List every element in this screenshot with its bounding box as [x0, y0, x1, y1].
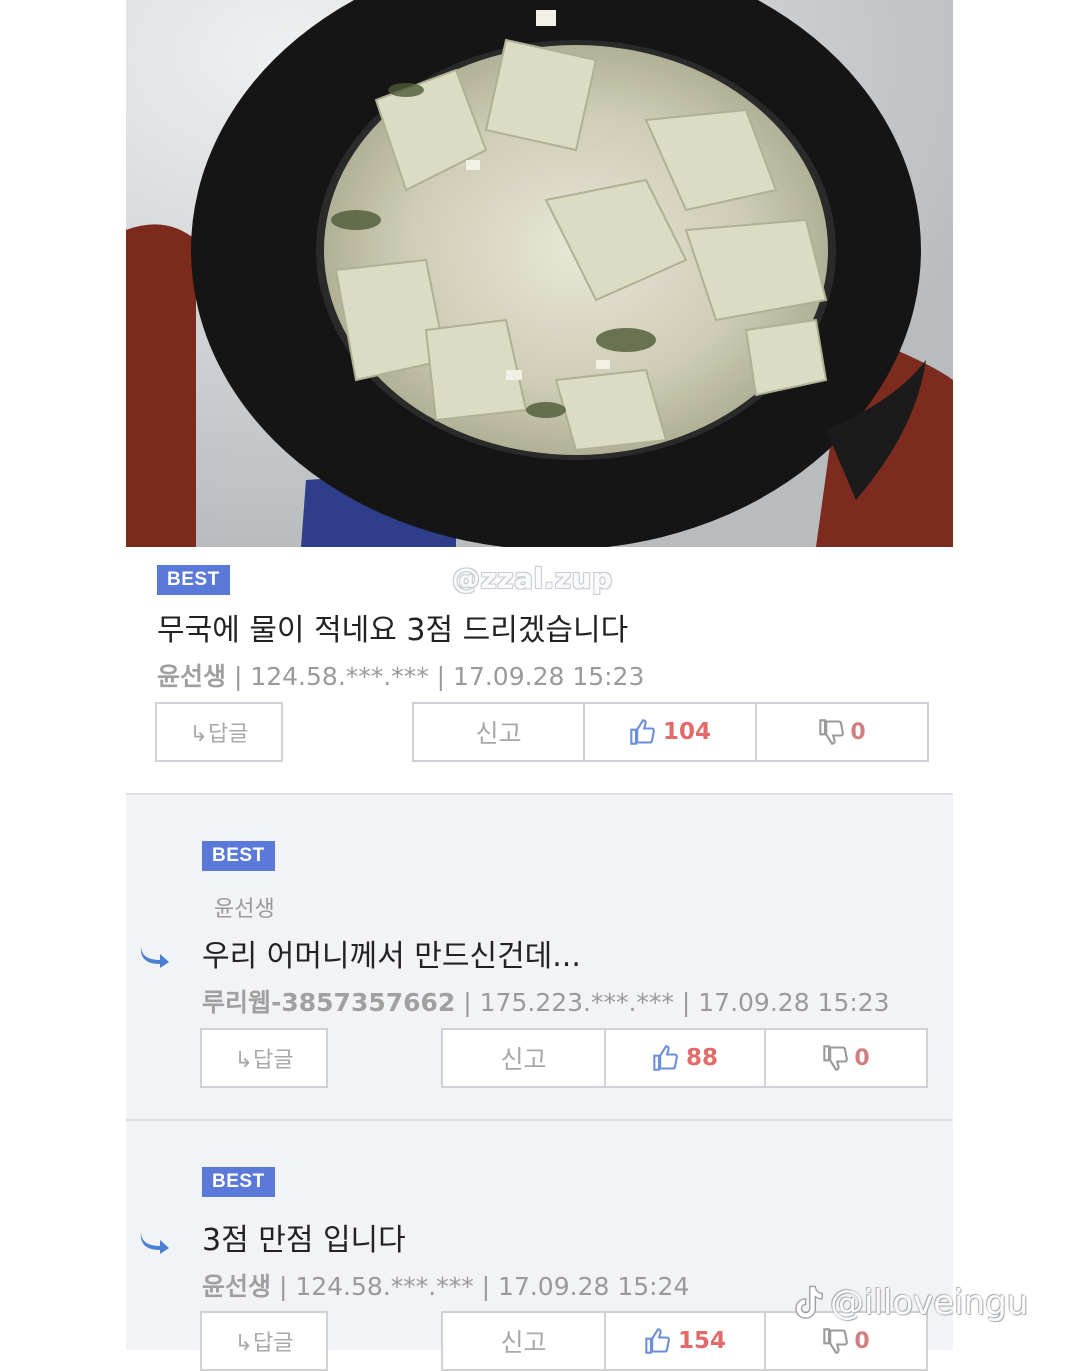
- comment-author[interactable]: 윤선생: [157, 662, 226, 691]
- like-button[interactable]: 104: [585, 702, 757, 762]
- dislike-count: 0: [850, 719, 866, 745]
- comment-author[interactable]: 윤선생: [202, 1272, 271, 1301]
- report-button[interactable]: 신고: [441, 1311, 606, 1371]
- best-badge: BEST: [202, 1167, 275, 1197]
- like-button[interactable]: 88: [606, 1028, 766, 1088]
- soup-pot-image: [126, 0, 953, 547]
- reply-arrow-icon: [140, 946, 169, 968]
- comment-meta: 윤선생 | 124.58.***.*** | 17.09.28 15:23: [157, 657, 644, 693]
- comment-list: BEST 무국에 물이 적네요 3점 드리겠습니다 윤선생 | 124.58.*…: [126, 547, 953, 1371]
- dislike-button[interactable]: 0: [766, 1028, 928, 1088]
- tiktok-logo-icon: [795, 1285, 823, 1319]
- reply-button[interactable]: ↳답글: [200, 1311, 328, 1371]
- meta-separator: |: [436, 662, 454, 691]
- soup-photo: [126, 0, 953, 547]
- comment-author[interactable]: 루리웹-3857357662: [202, 988, 455, 1017]
- thumbs-down-icon: [823, 1045, 849, 1071]
- meta-separator: |: [481, 1272, 499, 1301]
- reply-arrow-icon: [140, 1232, 169, 1254]
- reply-mention: 윤선생: [214, 897, 275, 922]
- comment-text: 무국에 물이 적네요 3점 드리겠습니다: [157, 613, 629, 648]
- like-count: 104: [662, 719, 711, 745]
- dislike-button[interactable]: 0: [757, 702, 929, 762]
- vote-button-group: 신고 104 0: [412, 702, 929, 762]
- best-badge: BEST: [157, 565, 230, 595]
- like-count: 154: [677, 1328, 726, 1354]
- thumbs-up-icon: [653, 1045, 678, 1071]
- meta-separator: |: [233, 662, 251, 691]
- reply-button[interactable]: ↳답글: [200, 1028, 328, 1088]
- reply-button[interactable]: ↳답글: [155, 702, 283, 762]
- meta-separator: |: [463, 988, 480, 1017]
- meta-separator: |: [681, 988, 699, 1017]
- comment-time: 17.09.28 15:23: [453, 662, 645, 691]
- watermark-handle: @illoveingu: [830, 1283, 1029, 1323]
- thumbs-up-icon: [645, 1328, 670, 1354]
- comment-ip: 175.223.***.***: [479, 988, 674, 1017]
- meta-separator: |: [278, 1272, 296, 1301]
- thumbs-up-icon: [630, 719, 655, 745]
- like-button[interactable]: 154: [606, 1311, 766, 1371]
- dislike-count: 0: [854, 1045, 870, 1071]
- comment-ip: 124.58.***.***: [295, 1272, 474, 1301]
- comment-2: BEST 윤선생 우리 어머니께서 만드신건데... 루리웹-385735766…: [126, 795, 953, 1119]
- thumbs-down-icon: [823, 1328, 849, 1354]
- best-badge: BEST: [202, 841, 275, 871]
- report-button[interactable]: 신고: [441, 1028, 606, 1088]
- report-button[interactable]: 신고: [412, 702, 585, 762]
- comment-1: BEST 무국에 물이 적네요 3점 드리겠습니다 윤선생 | 124.58.*…: [126, 547, 953, 794]
- vote-button-group: 신고 88 0: [441, 1028, 928, 1088]
- comment-time: 17.09.28 15:24: [498, 1272, 690, 1301]
- like-count: 88: [685, 1045, 718, 1071]
- comment-text: 3점 만점 입니다: [202, 1223, 406, 1258]
- tiktok-watermark: @illoveingu: [790, 1283, 1028, 1323]
- comment-time: 17.09.28 15:23: [698, 988, 890, 1017]
- comment-meta: 윤선생 | 124.58.***.*** | 17.09.28 15:24: [202, 1267, 689, 1303]
- comment-meta: 루리웹-3857357662 | 175.223.***.*** | 17.09…: [202, 983, 890, 1019]
- thumbs-down-icon: [819, 719, 845, 745]
- comment-text: 우리 어머니께서 만드신건데...: [202, 939, 581, 974]
- comment-ip: 124.58.***.***: [250, 662, 429, 691]
